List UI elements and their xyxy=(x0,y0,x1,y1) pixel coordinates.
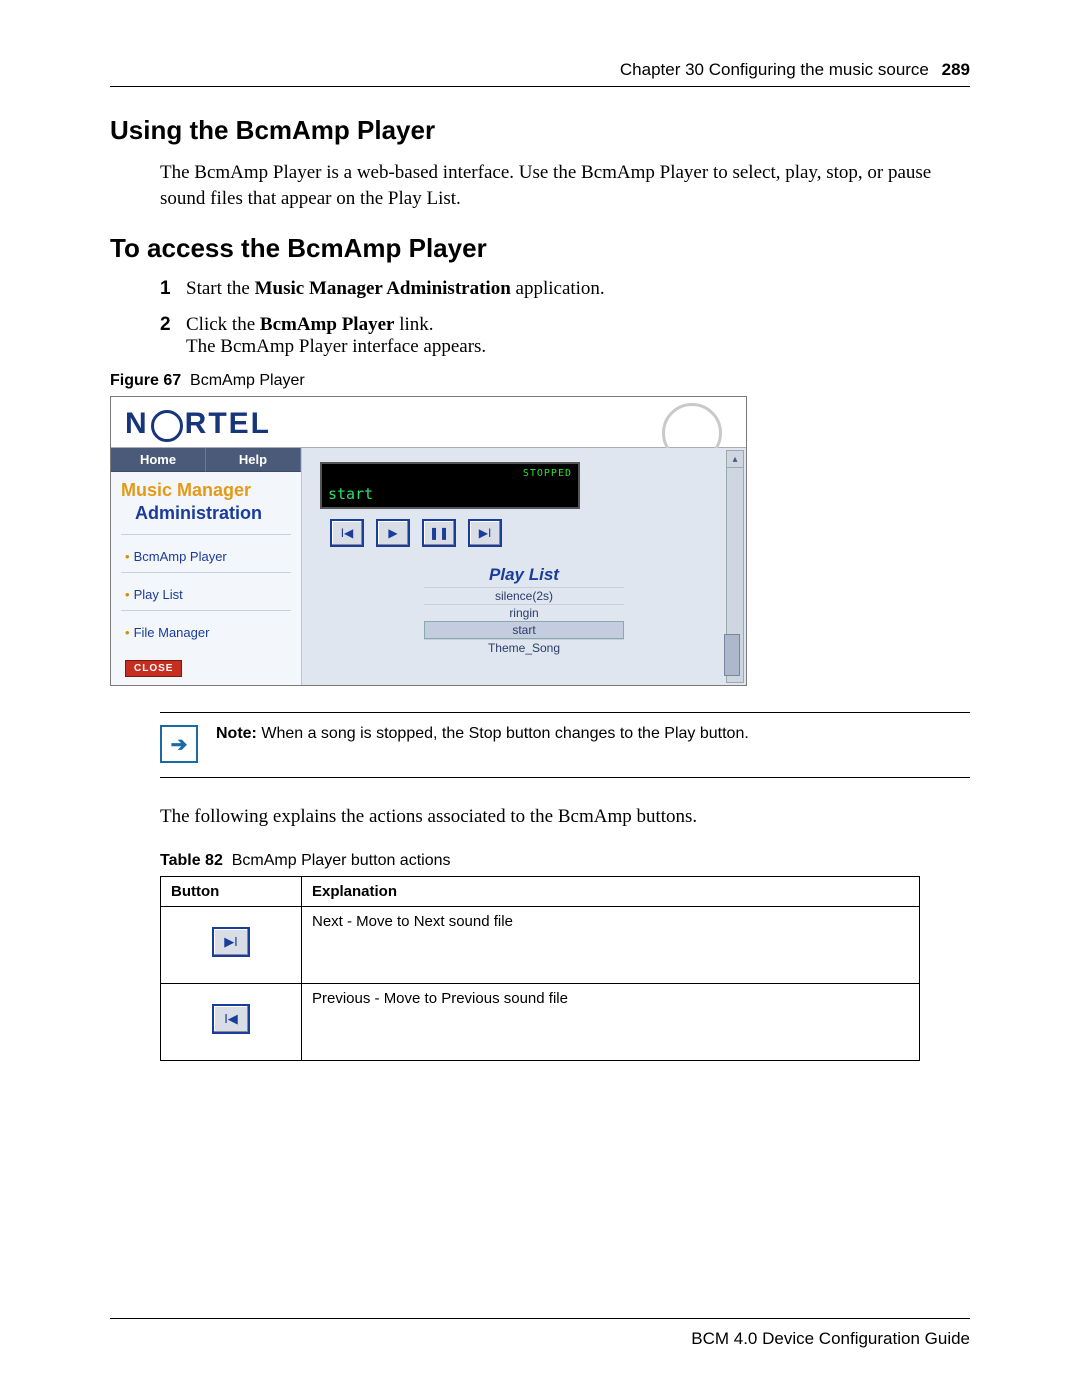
sidebar-link-bcmamp-player[interactable]: •BcmAmp Player xyxy=(111,543,301,570)
play-button[interactable]: ▶ xyxy=(376,519,410,547)
table-explanation: Previous - Move to Previous sound file xyxy=(302,983,920,1060)
scrollbar-thumb[interactable] xyxy=(724,634,740,676)
close-button[interactable]: CLOSE xyxy=(125,660,182,677)
playlist-item[interactable]: silence(2s) xyxy=(424,587,624,604)
logo-o-icon xyxy=(151,410,183,442)
tab-home[interactable]: Home xyxy=(111,448,206,472)
chapter-title: Chapter 30 Configuring the music source xyxy=(620,60,929,79)
step-text: Start the Music Manager Administration a… xyxy=(186,278,970,300)
sidebar: Home Help Music Manager Administration •… xyxy=(111,448,302,685)
page-header: Chapter 30 Configuring the music source … xyxy=(110,60,970,80)
next-button[interactable]: ▶I xyxy=(468,519,502,547)
player-pane: ▴ STOPPED start I◀ ▶ ❚❚ ▶I Play List sil… xyxy=(302,448,746,685)
figure-caption: Figure 67 BcmAmp Player xyxy=(110,372,970,390)
footer-rule xyxy=(110,1318,970,1319)
playlist: silence(2s) ringin start Theme_Song xyxy=(424,587,624,656)
intro-paragraph: The BcmAmp Player is a web-based interfa… xyxy=(160,160,970,211)
button-actions-table: Button Explanation ▶I Next - Move to Nex… xyxy=(160,876,920,1061)
music-manager-title: Music Manager xyxy=(111,472,301,501)
table-row: I◀ Previous - Move to Previous sound fil… xyxy=(161,983,920,1060)
previous-button[interactable]: I◀ xyxy=(330,519,364,547)
page-footer: BCM 4.0 Device Configuration Guide xyxy=(110,1318,970,1349)
heading-using-bcmamp: Using the BcmAmp Player xyxy=(110,115,970,146)
note-text: Note: When a song is stopped, the Stop b… xyxy=(216,723,749,745)
table-header-explanation: Explanation xyxy=(302,876,920,906)
player-current-track: start xyxy=(328,485,572,503)
table-caption: Table 82 BcmAmp Player button actions xyxy=(160,852,970,870)
player-display: STOPPED start xyxy=(320,462,580,509)
tab-help[interactable]: Help xyxy=(206,448,301,472)
step-text: Click the BcmAmp Player link. The BcmAmp… xyxy=(186,314,970,358)
step-2: 2 Click the BcmAmp Player link. The BcmA… xyxy=(160,314,970,358)
previous-button-icon: I◀ xyxy=(212,1004,250,1034)
playlist-heading: Play List xyxy=(312,565,736,585)
arrow-right-icon: ➔ xyxy=(160,725,198,763)
playlist-item[interactable]: ringin xyxy=(424,604,624,621)
sidebar-link-file-manager[interactable]: •File Manager xyxy=(111,619,301,646)
heading-access-bcmamp: To access the BcmAmp Player xyxy=(110,233,970,264)
page-number: 289 xyxy=(942,60,970,79)
scroll-up-icon[interactable]: ▴ xyxy=(726,450,744,468)
step-number: 2 xyxy=(160,314,186,336)
pause-button[interactable]: ❚❚ xyxy=(422,519,456,547)
note-box: ➔ Note: When a song is stopped, the Stop… xyxy=(160,712,970,778)
playlist-item[interactable]: Theme_Song xyxy=(424,639,624,656)
scrollbar-track[interactable] xyxy=(726,467,744,683)
playlist-item-selected[interactable]: start xyxy=(424,621,624,639)
administration-subtitle: Administration xyxy=(111,501,301,532)
nortel-logo: NRTEL xyxy=(125,407,732,441)
bcmamp-screenshot: NRTEL Home Help Music Manager Administra… xyxy=(110,396,747,686)
table-explanation: Next - Move to Next sound file xyxy=(302,906,920,983)
table-row: ▶I Next - Move to Next sound file xyxy=(161,906,920,983)
header-rule xyxy=(110,86,970,87)
step-number: 1 xyxy=(160,278,186,300)
sidebar-link-play-list[interactable]: •Play List xyxy=(111,581,301,608)
next-button-icon: ▶I xyxy=(212,927,250,957)
step-1: 1 Start the Music Manager Administration… xyxy=(160,278,970,300)
footer-text: BCM 4.0 Device Configuration Guide xyxy=(110,1329,970,1349)
table-header-button: Button xyxy=(161,876,302,906)
table-intro-paragraph: The following explains the actions assoc… xyxy=(160,804,970,830)
player-status: STOPPED xyxy=(328,468,572,479)
